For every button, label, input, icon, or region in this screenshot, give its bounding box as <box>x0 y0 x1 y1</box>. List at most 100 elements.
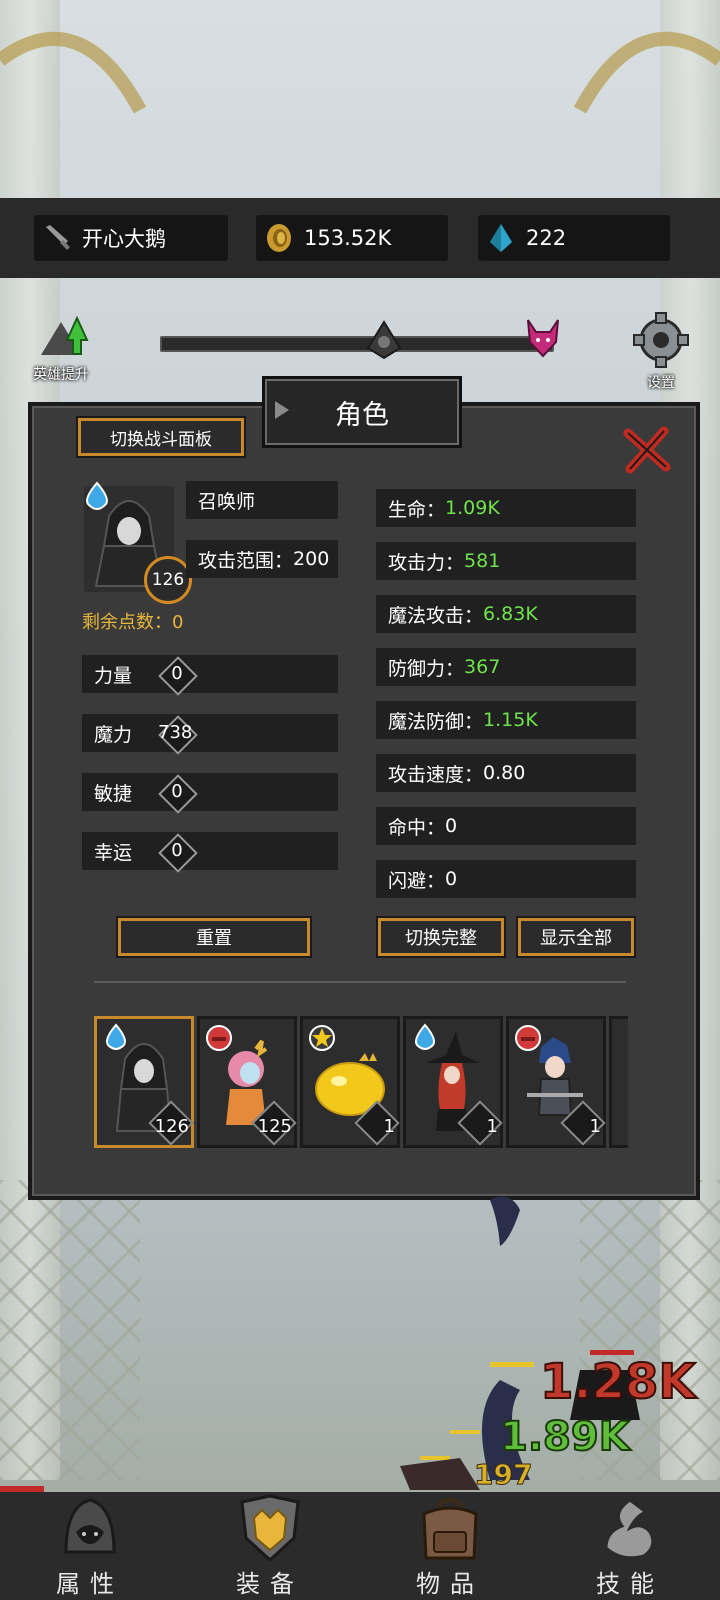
shield-icon <box>240 1494 300 1563</box>
stat-row-evasion: 闪避： 0 <box>376 860 636 898</box>
attribute-row-strength[interactable]: 力量 <box>82 655 338 693</box>
gold-box[interactable]: 153.52K <box>256 215 448 261</box>
settings-label: 设置 <box>647 375 675 391</box>
hero-upgrade-label: 英雄提升 <box>33 367 89 383</box>
player-name-box[interactable]: 开心大鹅 <box>34 215 228 261</box>
stat-value: 0.80 <box>483 762 526 784</box>
stat-value: 367 <box>464 656 501 678</box>
hero-card-level: 1 <box>589 1116 601 1137</box>
star-icon <box>309 1025 335 1051</box>
attribute-value: 0 <box>171 663 183 684</box>
attribute-label: 敏捷 <box>94 782 133 805</box>
stat-row-accuracy: 命中： 0 <box>376 807 636 845</box>
stat-value: 0 <box>445 815 458 837</box>
show-all-button[interactable]: 显示全部 <box>518 918 634 956</box>
hero-card-level: 1 <box>383 1116 395 1137</box>
attribute-value: 0 <box>171 840 183 861</box>
stat-row-magic-defense: 魔法防御： 1.15K <box>376 701 636 739</box>
hero-card[interactable]: 1 <box>506 1016 606 1148</box>
player-name: 开心大鹅 <box>82 227 166 251</box>
settings-button[interactable]: 设置 <box>628 312 694 392</box>
boxing-glove-icon <box>515 1025 541 1051</box>
hero-card[interactable]: 1 <box>300 1016 400 1148</box>
reset-button[interactable]: 重置 <box>118 918 310 956</box>
damage-number: 197 <box>473 1458 533 1492</box>
stat-value: 6.83K <box>483 603 538 625</box>
attack-range-field: 攻击范围： 200 <box>186 540 338 578</box>
hero-class-name: 召唤师 <box>198 490 256 513</box>
enemy-tail-sprite <box>490 1196 520 1246</box>
stat-label: 魔法防御： <box>388 710 484 733</box>
boxing-glove-icon <box>206 1025 232 1051</box>
hero-card[interactable]: 126 <box>94 1016 194 1148</box>
title-arrow-icon <box>275 401 289 419</box>
toggle-full-button[interactable]: 切换完整 <box>378 918 504 956</box>
hero-card-partial[interactable] <box>609 1016 628 1148</box>
attribute-value: 738 <box>158 722 193 743</box>
stat-value: 581 <box>464 550 501 572</box>
panel-title: 角色 <box>335 399 389 431</box>
gems-amount: 222 <box>526 226 567 250</box>
hero-card[interactable]: 125 <box>197 1016 297 1148</box>
nav-skills[interactable]: 技能 <box>540 1492 720 1600</box>
stat-row-attack: 攻击力： 581 <box>376 542 636 580</box>
attribute-label: 幸运 <box>94 841 133 864</box>
stat-row-hp: 生命： 1.09K <box>376 489 636 527</box>
hooded-figure-icon <box>64 1498 116 1554</box>
nav-label: 物品 <box>416 1570 484 1598</box>
attribute-row-luck[interactable]: 幸运 <box>82 832 338 870</box>
nav-equipment[interactable]: 装备 <box>180 1492 360 1600</box>
panel-title-plate: 角色 <box>262 376 462 448</box>
nav-items[interactable]: 物品 <box>360 1492 540 1600</box>
gear-icon <box>633 312 689 368</box>
upgrade-arrow-icon <box>41 315 89 355</box>
stat-label: 攻击速度： <box>388 763 484 786</box>
hero-card[interactable]: 1 <box>403 1016 503 1148</box>
damage-number: 1.89K <box>499 1413 631 1461</box>
remaining-points: 剩余点数：0 <box>82 608 183 634</box>
close-icon[interactable] <box>620 423 674 477</box>
nav-attributes[interactable]: 属性 <box>0 1492 180 1600</box>
nav-label: 技能 <box>596 1570 664 1598</box>
attack-range-label: 攻击范围： <box>198 549 294 572</box>
water-drop-icon <box>86 481 108 510</box>
remaining-points-value: 0 <box>172 612 184 633</box>
hero-class-field: 召唤师 <box>186 481 338 519</box>
stat-label: 生命： <box>388 498 446 521</box>
stat-label: 攻击力： <box>388 551 465 574</box>
stat-value: 1.15K <box>483 709 538 731</box>
stat-label: 命中： <box>388 816 446 839</box>
crystal-icon <box>484 221 518 255</box>
boss-demon-icon <box>527 319 559 358</box>
stat-value: 1.09K <box>445 497 500 519</box>
backpack-icon <box>422 1497 478 1560</box>
stage-progress-bar <box>160 336 554 352</box>
damage-number: 1.28K <box>539 1353 697 1411</box>
gold-amount: 153.52K <box>304 226 392 250</box>
stat-row-attack-speed: 攻击速度： 0.80 <box>376 754 636 792</box>
attack-range-value: 200 <box>293 548 330 570</box>
stat-label: 魔法攻击： <box>388 604 484 627</box>
remaining-points-label: 剩余点数： <box>82 612 172 633</box>
resource-bar: 开心大鹅 153.52K 222 <box>0 198 720 278</box>
attribute-label: 力量 <box>94 664 133 687</box>
gems-box[interactable]: 222 <box>478 215 670 261</box>
water-drop-icon <box>415 1023 435 1050</box>
bottom-navigation: 属性 装备 物品 技能 <box>0 1492 720 1600</box>
panel-divider <box>94 981 626 983</box>
hero-upgrade-button[interactable]: 英雄提升 <box>24 310 98 384</box>
swirl-icon <box>604 1498 655 1560</box>
attribute-row-magic[interactable]: 魔力 <box>82 714 338 752</box>
stat-value: 0 <box>445 868 458 890</box>
background-arches <box>0 31 720 114</box>
hero-card-level: 125 <box>257 1116 292 1137</box>
hero-level-badge: 126 <box>144 556 192 604</box>
attribute-value: 0 <box>171 781 183 802</box>
nav-label: 装备 <box>236 1570 304 1598</box>
attribute-row-agility[interactable]: 敏捷 <box>82 773 338 811</box>
stat-label: 闪避： <box>388 869 446 892</box>
attribute-label: 魔力 <box>94 723 133 746</box>
toggle-battle-panel-button[interactable]: 切换战斗面板 <box>78 418 244 456</box>
hero-marker-icon <box>366 320 402 360</box>
gold-coin-icon <box>262 221 296 255</box>
